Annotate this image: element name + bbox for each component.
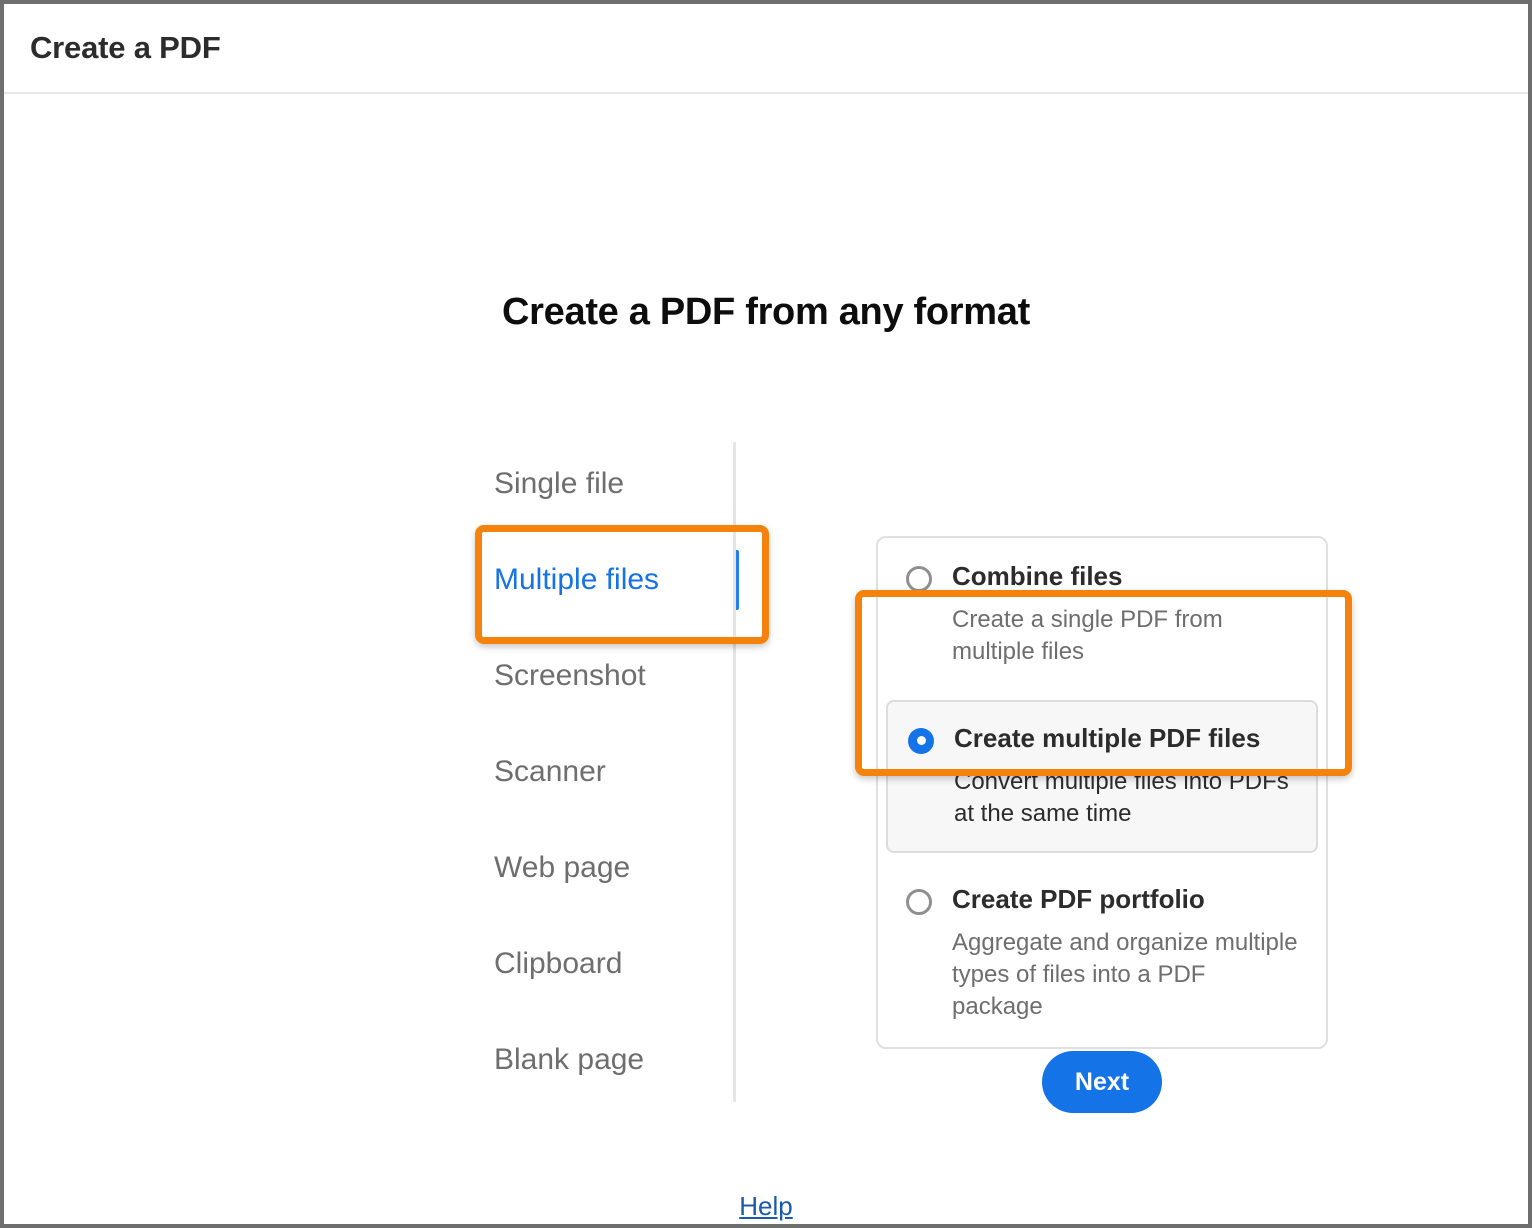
option-row: Combine files Create a single PDF from mu… (906, 562, 1300, 668)
page-title: Create a PDF from any format (4, 291, 1528, 334)
nav-item-label: Clipboard (494, 947, 622, 980)
nav-item-clipboard[interactable]: Clipboard (494, 916, 734, 1012)
next-button[interactable]: Next (1042, 1051, 1162, 1113)
nav-item-blank-page[interactable]: Blank page (494, 1012, 734, 1108)
option-row: Create multiple PDF files Convert multipl… (908, 724, 1292, 830)
option-create-multiple-pdf-files[interactable]: Create multiple PDF files Convert multipl… (886, 700, 1318, 854)
window-titlebar: Create a PDF (4, 4, 1528, 94)
option-description: Aggregate and organize multiple types of… (952, 927, 1300, 1023)
radio-button-selected-icon[interactable] (908, 728, 934, 754)
radio-button-icon[interactable] (906, 889, 932, 915)
option-title: Create PDF portfolio (952, 885, 1300, 915)
nav-divider (733, 442, 736, 1102)
format-nav-list: Single file Multiple files Screenshot Scann… (494, 436, 734, 1108)
radio-button-icon[interactable] (906, 566, 932, 592)
help-link-label: Help (739, 1191, 792, 1221)
option-title: Combine files (952, 562, 1300, 592)
dialog-content: Create a PDF from any format Single file… (4, 96, 1528, 1224)
options-panel: Combine files Create a single PDF from mu… (876, 536, 1328, 1049)
nav-item-scanner[interactable]: Scanner (494, 724, 734, 820)
window-title: Create a PDF (30, 30, 221, 66)
nav-item-label: Blank page (494, 1043, 644, 1076)
option-description: Create a single PDF from multiple files (952, 604, 1300, 668)
nav-item-label: Web page (494, 851, 630, 884)
option-texts: Combine files Create a single PDF from mu… (952, 562, 1300, 668)
option-texts: Create multiple PDF files Convert multipl… (954, 724, 1292, 830)
option-create-pdf-portfolio[interactable]: Create PDF portfolio Aggregate and organi… (878, 861, 1326, 1047)
create-pdf-window: Create a PDF Create a PDF from any forma… (0, 0, 1532, 1228)
nav-item-web-page[interactable]: Web page (494, 820, 734, 916)
option-texts: Create PDF portfolio Aggregate and organi… (952, 885, 1300, 1023)
option-combine-files[interactable]: Combine files Create a single PDF from mu… (878, 538, 1326, 692)
option-title: Create multiple PDF files (954, 724, 1292, 754)
nav-item-label: Multiple files (494, 563, 659, 596)
nav-item-label: Scanner (494, 755, 606, 788)
nav-item-single-file[interactable]: Single file (494, 436, 734, 532)
nav-item-multiple-files[interactable]: Multiple files (494, 532, 734, 628)
option-description: Convert multiple files into PDFs at the … (954, 766, 1292, 830)
option-row: Create PDF portfolio Aggregate and organi… (906, 885, 1300, 1023)
nav-item-screenshot[interactable]: Screenshot (494, 628, 734, 724)
nav-item-label: Screenshot (494, 659, 646, 692)
nav-item-label: Single file (494, 467, 624, 500)
help-link[interactable]: Help (4, 1191, 1528, 1222)
